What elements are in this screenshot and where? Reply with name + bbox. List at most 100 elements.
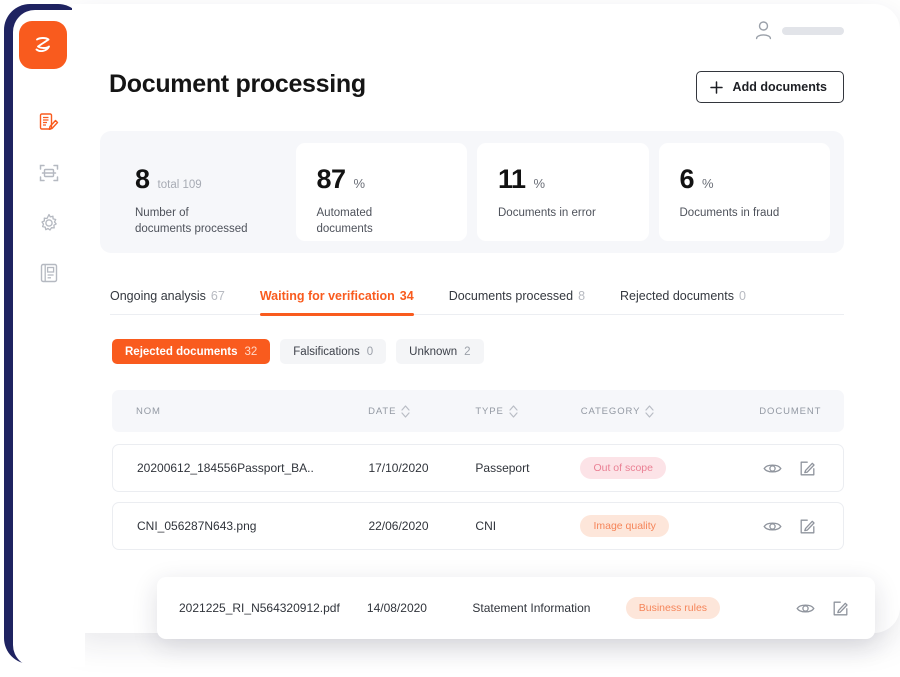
stat-unit: % [353,176,366,191]
filter-pill-label: Falsifications [293,345,360,358]
user-account[interactable] [754,20,844,41]
tab-documents-processed[interactable]: Documents processed 8 [449,289,585,303]
sort-arrows-icon [645,404,654,418]
add-documents-label: Add documents [732,80,827,94]
cell-category: Out of scope [580,457,736,479]
stat-value: 8 [135,164,150,194]
cell-date: 22/06/2020 [368,519,429,533]
column-label-document: DOCUMENT [759,405,822,417]
stat-value: 87 [316,164,347,194]
stat-card-list: 8 total 109 Number of documents processed 8… [100,131,844,253]
tab-ongoing-analysis[interactable]: Ongoing analysis 67 [110,289,225,303]
filter-pill-falsifications[interactable]: Falsifications 0 [280,339,387,364]
edit-pencil-icon[interactable] [799,518,816,535]
tab-count: 34 [399,289,414,303]
tab-rejected-documents[interactable]: Rejected documents 0 [620,289,746,303]
sidebar [13,10,85,667]
user-name-placeholder [782,26,844,35]
stat-value-row: 8 total 109 [135,164,286,195]
sort-arrows-icon [401,404,410,418]
sidebar-nav [13,98,85,298]
filter-pill-label: Unknown [409,345,458,358]
eye-icon[interactable] [763,519,782,534]
stat-card: 11% Documents in error [477,143,649,241]
sort-arrows-icon [509,404,518,418]
filter-pill-rejected-documents[interactable]: Rejected documents 32 [112,339,271,364]
add-documents-button[interactable]: Add documents [695,71,844,103]
table-row[interactable]: CNI_056287N643.png 22/06/2020 CNI Image … [112,502,844,550]
stat-card: 6% Documents in fraud [658,143,830,241]
scan-icon [39,164,59,182]
column-label-nom: NOM [136,405,161,417]
filter-pill-label: Rejected documents [125,345,238,358]
tab-count: 8 [578,289,586,303]
cell-type: Passeport [475,461,530,475]
tab-waiting-for-verification[interactable]: Waiting for verification 34 [259,289,414,316]
cell-nom: 20200612_184556Passport_BA.. [137,461,314,475]
status-badge: Image quality [580,515,669,537]
cell-nom: 2021225_RI_N564320912.pdf [179,601,340,615]
sidebar-item-document-processing[interactable] [13,98,85,148]
tab-count: 67 [210,289,225,303]
column-header-date[interactable]: DATE [368,404,475,419]
filter-pill-unknown[interactable]: Unknown 2 [396,339,484,364]
sidebar-item-settings[interactable] [13,198,85,248]
edit-pencil-icon[interactable] [832,600,849,617]
column-label-type: TYPE [475,405,504,417]
cell-category: Business rules [625,597,770,619]
app-logo[interactable] [19,21,67,69]
table-header: NOM DATE TYPE CATEGORY DOCUMENT [112,390,844,432]
column-label-date: DATE [368,405,397,417]
plus-icon [709,80,723,94]
cell-actions [770,600,875,617]
table-row[interactable]: 2021225_RI_N564320912.pdf 14/08/2020 Sta… [157,577,875,639]
stat-value-row: 87% [317,164,468,195]
sidebar-item-scan[interactable] [13,148,85,198]
cell-category: Image quality [580,515,736,537]
stat-unit: total 109 [157,179,202,191]
eye-icon[interactable] [796,601,815,616]
stat-label: Number of documents processed [135,207,248,235]
page-title: Document processing [109,70,366,98]
cell-nom: CNI_056287N643.png [137,519,257,533]
report-book-icon [40,263,58,283]
eye-icon[interactable] [763,461,782,476]
cell-date: 17/10/2020 [368,461,429,475]
tab-label: Rejected documents [620,289,734,303]
stats-panel: 8 total 109 Number of documents processed 8… [100,131,844,253]
sidebar-item-reports[interactable] [13,248,85,298]
stat-label: Documents in fraud [679,207,780,219]
tab-label: Waiting for verification [259,289,395,303]
document-edit-icon [39,113,59,130]
stat-value: 11 [498,164,526,194]
user-avatar-icon [755,21,772,40]
status-badge: Out of scope [580,457,666,479]
filter-pill-count: 32 [244,345,258,358]
stat-card: 87% Automated documents [295,143,468,241]
table-row[interactable]: 20200612_184556Passport_BA.. 17/10/2020 … [112,444,844,492]
column-label-category: CATEGORY [580,405,641,417]
filter-pill-count: 0 [366,345,374,358]
edit-pencil-icon[interactable] [799,460,816,477]
tab-label: Ongoing analysis [110,289,206,303]
stat-unit: % [533,176,546,191]
column-header-category[interactable]: CATEGORY [581,404,737,419]
cell-type: CNI [475,519,497,533]
gear-icon [41,213,57,231]
status-badge: Business rules [625,597,721,619]
tab-bar: Ongoing analysis 67 Waiting for verificati… [110,289,844,316]
tab-count: 0 [738,289,746,303]
stat-label: Automated documents [316,207,373,235]
stat-label: Documents in error [498,207,596,219]
tab-label: Documents processed [448,289,574,303]
filter-pill-group: Rejected documents 32 Falsifications 0 Unkno… [112,339,484,364]
column-header-type[interactable]: TYPE [475,404,580,419]
filter-pill-count: 2 [464,345,471,358]
z-logo-icon [35,37,50,53]
cell-type: Statement Information [472,601,591,615]
cell-date: 14/08/2020 [366,601,427,615]
stat-value-row: 11% [498,164,649,195]
column-header-nom: NOM [112,406,368,417]
stat-card: 8 total 109 Number of documents processed [114,143,286,241]
cell-actions [736,460,843,477]
